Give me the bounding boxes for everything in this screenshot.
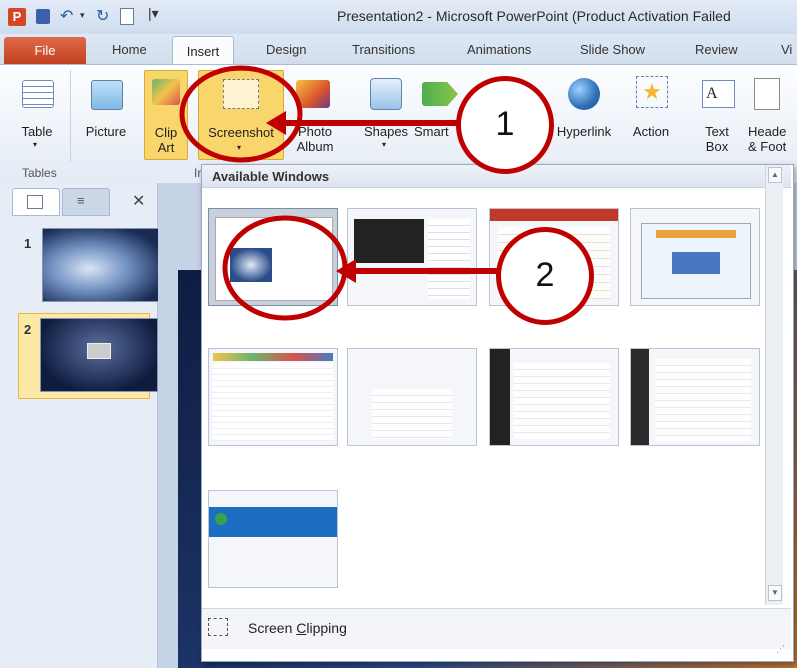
annotation-arrowhead-1 <box>266 111 286 135</box>
annotation-number: 2 <box>535 256 555 294</box>
annotation-overlay <box>179 65 500 321</box>
annotation-number: 1 <box>495 105 515 143</box>
annotation-circle-window <box>222 215 348 321</box>
annotation-badge-2: 2 <box>496 227 594 325</box>
annotation-badge-1: 1 <box>456 76 554 174</box>
